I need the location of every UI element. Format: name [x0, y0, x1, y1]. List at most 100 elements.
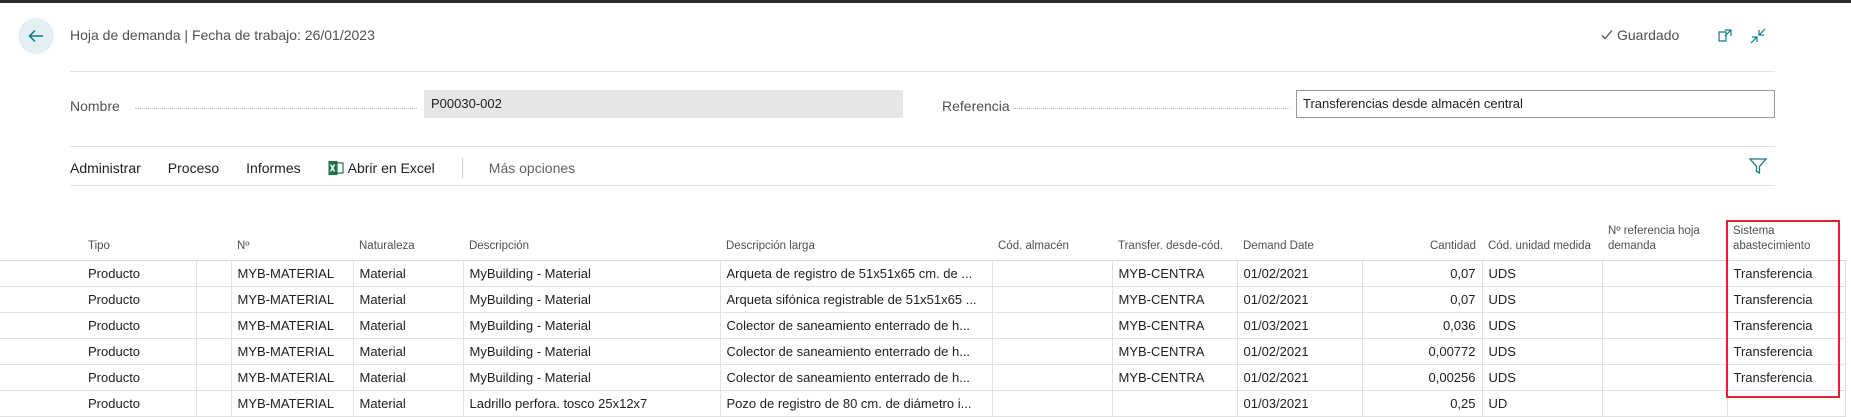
- col-cod-almacen[interactable]: Cód. almacén: [992, 218, 1112, 261]
- col-descripcion[interactable]: Descripción: [463, 218, 720, 261]
- cell-demand-date[interactable]: 01/02/2021: [1237, 260, 1363, 287]
- cell-naturaleza[interactable]: Material: [353, 338, 464, 365]
- open-new-window-button[interactable]: [1715, 26, 1735, 46]
- table-row[interactable]: Producto MYB-MATERIAL Material MyBuilding -…: [0, 338, 1846, 365]
- cell-no[interactable]: MYB-MATERIAL: [231, 286, 354, 313]
- cell-descripcion-larga[interactable]: Arqueta sifónica registrable de 51x51x65…: [720, 286, 993, 313]
- cell-cod-almacen[interactable]: [992, 390, 1113, 417]
- col-naturaleza[interactable]: Naturaleza: [353, 218, 463, 261]
- cell-ref-hoja[interactable]: [1602, 338, 1728, 365]
- cell-descripcion-larga[interactable]: Colector de saneamiento enterrado de h..…: [720, 312, 993, 339]
- cell-ref-hoja[interactable]: [1602, 390, 1728, 417]
- cell-sistema[interactable]: Transferencia: [1727, 338, 1846, 365]
- col-sistema[interactable]: Sistema abastecimiento: [1727, 218, 1845, 261]
- cell-ref-hoja[interactable]: [1602, 364, 1728, 391]
- cell-tipo[interactable]: Producto: [82, 260, 197, 287]
- action-administrar[interactable]: Administrar: [70, 160, 141, 176]
- cell-descripcion-larga[interactable]: Pozo de registro de 80 cm. de diámetro i…: [720, 390, 993, 417]
- cell-cantidad[interactable]: 0,07: [1362, 260, 1483, 287]
- cell-cod-unidad[interactable]: UDS: [1482, 338, 1603, 365]
- action-proceso[interactable]: Proceso: [168, 160, 219, 176]
- cell-demand-date[interactable]: 01/03/2021: [1237, 312, 1363, 339]
- cell-cantidad[interactable]: 0,036: [1362, 312, 1483, 339]
- col-demand-date[interactable]: Demand Date: [1237, 218, 1362, 261]
- col-transfer-desde[interactable]: Transfer. desde-cód.: [1112, 218, 1237, 261]
- action-more-options[interactable]: Más opciones: [489, 160, 575, 176]
- cell-cod-unidad[interactable]: UDS: [1482, 364, 1603, 391]
- cell-cantidad[interactable]: 0,07: [1362, 286, 1483, 313]
- cell-tipo[interactable]: Producto: [82, 338, 197, 365]
- cell-naturaleza[interactable]: Material: [353, 260, 464, 287]
- cell-ref-hoja[interactable]: [1602, 260, 1728, 287]
- cell-descripcion-larga[interactable]: Colector de saneamiento enterrado de h..…: [720, 338, 993, 365]
- cell-cod-almacen[interactable]: [992, 364, 1113, 391]
- table-row[interactable]: Producto MYB-MATERIAL Material Ladrillo per…: [0, 390, 1846, 417]
- cell-tipo[interactable]: Producto: [82, 312, 197, 339]
- cell-cod-unidad[interactable]: UDS: [1482, 286, 1603, 313]
- cell-descripcion[interactable]: MyBuilding - Material: [463, 364, 721, 391]
- cell-descripcion[interactable]: Ladrillo perfora. tosco 25x12x7: [463, 390, 721, 417]
- collapse-button[interactable]: [1748, 26, 1768, 46]
- cell-cod-almacen[interactable]: [992, 286, 1113, 313]
- cell-transfer-desde[interactable]: MYB-CENTRA: [1112, 312, 1238, 339]
- col-tipo[interactable]: Tipo: [82, 218, 196, 261]
- cell-ref-hoja[interactable]: [1602, 312, 1728, 339]
- cell-cod-almacen[interactable]: [992, 260, 1113, 287]
- cell-transfer-desde[interactable]: MYB-CENTRA: [1112, 286, 1238, 313]
- cell-transfer-desde[interactable]: MYB-CENTRA: [1112, 260, 1238, 287]
- cell-cod-almacen[interactable]: [992, 312, 1113, 339]
- table-row[interactable]: Producto MYB-MATERIAL Material MyBuilding -…: [0, 286, 1846, 313]
- cell-cod-unidad[interactable]: UD: [1482, 390, 1603, 417]
- col-no[interactable]: Nº: [231, 218, 353, 261]
- cell-cod-unidad[interactable]: UDS: [1482, 312, 1603, 339]
- cell-demand-date[interactable]: 01/02/2021: [1237, 286, 1363, 313]
- cell-sistema[interactable]: Transferencia: [1727, 286, 1846, 313]
- cell-tipo[interactable]: Producto: [82, 286, 197, 313]
- cell-no[interactable]: MYB-MATERIAL: [231, 260, 354, 287]
- col-cod-unidad[interactable]: Cód. unidad medida: [1482, 218, 1602, 261]
- cell-no[interactable]: MYB-MATERIAL: [231, 364, 354, 391]
- cell-sistema[interactable]: Transferencia: [1727, 312, 1846, 339]
- cell-descripcion-larga[interactable]: Arqueta de registro de 51x51x65 cm. de .…: [720, 260, 993, 287]
- cell-descripcion[interactable]: MyBuilding - Material: [463, 286, 721, 313]
- cell-naturaleza[interactable]: Material: [353, 364, 464, 391]
- cell-transfer-desde[interactable]: [1112, 390, 1238, 417]
- cell-demand-date[interactable]: 01/02/2021: [1237, 364, 1363, 391]
- cell-no[interactable]: MYB-MATERIAL: [231, 338, 354, 365]
- back-button[interactable]: [18, 18, 54, 54]
- col-descripcion-larga[interactable]: Descripción larga: [720, 218, 992, 261]
- cell-descripcion[interactable]: MyBuilding - Material: [463, 312, 721, 339]
- cell-demand-date[interactable]: 01/02/2021: [1237, 338, 1363, 365]
- table-row[interactable]: Producto MYB-MATERIAL Material MyBuilding -…: [0, 260, 1846, 287]
- cell-sistema[interactable]: Transferencia: [1727, 260, 1846, 287]
- filter-button[interactable]: [1747, 155, 1769, 177]
- cell-naturaleza[interactable]: Material: [353, 312, 464, 339]
- cell-no[interactable]: MYB-MATERIAL: [231, 390, 354, 417]
- cell-cod-almacen[interactable]: [992, 338, 1113, 365]
- table-row[interactable]: Producto MYB-MATERIAL Material MyBuilding -…: [0, 364, 1846, 391]
- name-field[interactable]: P00030-002: [424, 90, 903, 118]
- cell-descripcion[interactable]: MyBuilding - Material: [463, 338, 721, 365]
- cell-tipo[interactable]: Producto: [82, 364, 197, 391]
- action-open-excel[interactable]: Abrir en Excel: [328, 160, 435, 176]
- table-row[interactable]: Producto MYB-MATERIAL Material MyBuilding -…: [0, 312, 1846, 339]
- cell-transfer-desde[interactable]: MYB-CENTRA: [1112, 338, 1238, 365]
- col-ref-hoja[interactable]: Nº referencia hoja demanda: [1602, 218, 1727, 261]
- cell-sistema[interactable]: [1727, 390, 1846, 417]
- cell-no[interactable]: MYB-MATERIAL: [231, 312, 354, 339]
- cell-cod-unidad[interactable]: UDS: [1482, 260, 1603, 287]
- cell-naturaleza[interactable]: Material: [353, 390, 464, 417]
- cell-ref-hoja[interactable]: [1602, 286, 1728, 313]
- cell-descripcion[interactable]: MyBuilding - Material: [463, 260, 721, 287]
- cell-descripcion-larga[interactable]: Colector de saneamiento enterrado de h..…: [720, 364, 993, 391]
- reference-field[interactable]: Transferencias desde almacén central: [1296, 90, 1775, 118]
- cell-transfer-desde[interactable]: MYB-CENTRA: [1112, 364, 1238, 391]
- cell-demand-date[interactable]: 01/03/2021: [1237, 390, 1363, 417]
- cell-cantidad[interactable]: 0,00772: [1362, 338, 1483, 365]
- cell-naturaleza[interactable]: Material: [353, 286, 464, 313]
- col-cantidad[interactable]: Cantidad: [1362, 218, 1482, 261]
- cell-tipo[interactable]: Producto: [82, 390, 197, 417]
- cell-cantidad[interactable]: 0,00256: [1362, 364, 1483, 391]
- cell-sistema[interactable]: Transferencia: [1727, 364, 1846, 391]
- cell-cantidad[interactable]: 0,25: [1362, 390, 1483, 417]
